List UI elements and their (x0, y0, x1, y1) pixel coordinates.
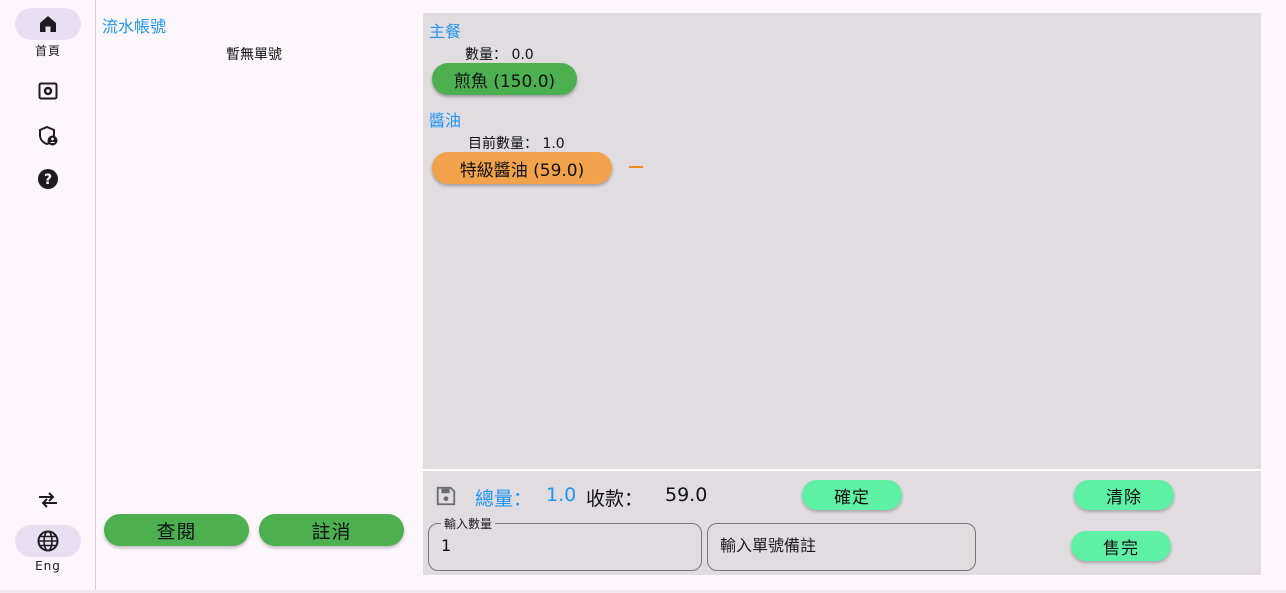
globe-icon (37, 530, 59, 552)
help-pill[interactable]: ? (15, 163, 81, 195)
rail-item-swap[interactable] (0, 484, 96, 516)
category-qty-main: 數量： 0.0 (465, 47, 534, 63)
save-icon[interactable] (435, 485, 457, 507)
payment-value: 59.0 (665, 484, 708, 506)
rail-item-security[interactable] (0, 120, 96, 152)
menu-pane: 主餐 數量： 0.0 煎魚 (150.0) 醬油 目前數量： 1.0 特級醬油 … (423, 13, 1261, 469)
rail-item-home[interactable]: 首頁 (0, 8, 96, 59)
no-order-text: 暫無單號 (226, 47, 282, 63)
menu-item-fried-fish[interactable]: 煎魚 (150.0) (432, 63, 577, 95)
settings-pill[interactable] (15, 75, 81, 107)
settings-box-icon (38, 82, 58, 100)
category-title-main: 主餐 (429, 22, 462, 41)
rail-item-help[interactable]: ? (0, 163, 96, 195)
confirm-button[interactable]: 確定 (802, 480, 902, 510)
security-pill[interactable] (15, 120, 81, 152)
quantity-input[interactable] (441, 536, 681, 555)
rail-lang-label: Eng (35, 559, 61, 573)
rail-item-language[interactable]: Eng (0, 525, 96, 573)
swap-pill[interactable] (15, 484, 81, 516)
language-pill[interactable] (15, 525, 81, 557)
payment-label: 收款： (586, 488, 644, 510)
help-icon: ? (38, 169, 58, 189)
rail-item-settings[interactable] (0, 75, 96, 107)
shield-user-icon (39, 125, 58, 146)
app-root: 首頁 ? Eng 流水帳號 暫無單號 查閱 註消 主餐 數量： 0.0 煎魚 (… (0, 0, 1286, 593)
order-note-input[interactable] (720, 536, 960, 555)
summary-bar: 總量： 1.0 收款： 59.0 確定 清除 售完 輸入數量 (423, 471, 1261, 575)
rail-home-label: 首頁 (34, 44, 61, 58)
home-pill[interactable] (15, 8, 81, 40)
total-label: 總量： (475, 488, 533, 510)
quantity-field[interactable]: 輸入數量 (428, 515, 702, 571)
note-field[interactable] (707, 523, 976, 571)
clear-button[interactable]: 清除 (1074, 480, 1174, 510)
order-pane: 流水帳號 暫無單號 查閱 註消 (97, 0, 423, 593)
sold-out-button[interactable]: 售完 (1071, 531, 1171, 561)
cancel-order-button[interactable]: 註消 (259, 514, 404, 546)
total-value: 1.0 (546, 484, 577, 506)
nav-rail: 首頁 ? Eng (0, 0, 96, 593)
home-icon (40, 16, 56, 32)
swap-arrows-icon (39, 492, 57, 508)
quantity-field-label: 輸入數量 (441, 515, 496, 532)
menu-item-premium-soy[interactable]: 特級醬油 (59.0) (432, 152, 612, 184)
order-pane-title: 流水帳號 (102, 17, 167, 36)
view-button[interactable]: 查閱 (104, 514, 249, 546)
category-qty-soy: 目前數量： 1.0 (468, 136, 565, 152)
minus-icon[interactable] (629, 166, 643, 168)
svg-text:?: ? (44, 172, 52, 188)
category-title-soy: 醬油 (429, 111, 462, 130)
